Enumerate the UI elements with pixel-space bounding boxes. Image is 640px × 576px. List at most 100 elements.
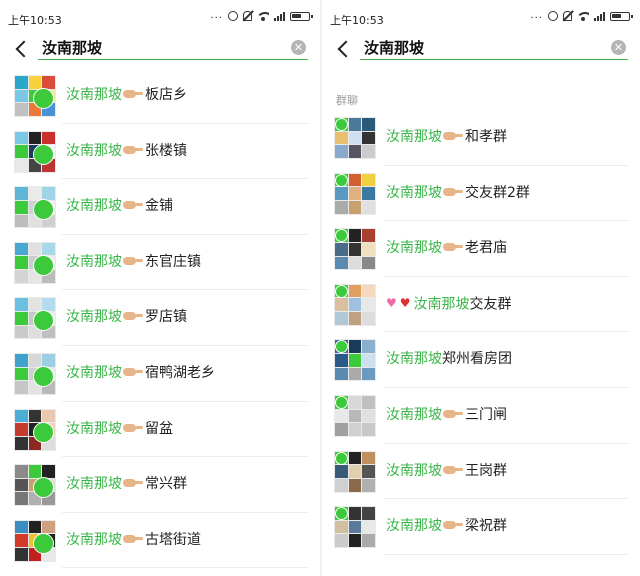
result-name: 留盆 (145, 420, 173, 437)
back-button[interactable] (334, 38, 356, 60)
avatar-badge-icon (33, 421, 54, 443)
result-name: 古塔街道 (145, 531, 201, 548)
status-icons: ... (530, 11, 633, 21)
result-name: 三门闸 (465, 406, 507, 423)
result-title: 汝南那坡 三门闸 (386, 388, 507, 443)
group-chat-item[interactable]: ♥ ♥ 汝南那坡交友群 (322, 277, 640, 333)
clear-search-button[interactable]: ✕ (291, 40, 306, 55)
search-result-item[interactable]: 汝南那坡 古塔街道 (0, 513, 320, 569)
avatar-badge-icon (33, 532, 54, 554)
group-avatar (14, 241, 56, 284)
result-title: 汝南那坡 老君庙 (386, 221, 507, 276)
search-bar: 汝南那坡 ✕ (0, 36, 320, 64)
result-title: ♥ ♥ 汝南那坡交友群 (386, 277, 512, 332)
avatar-badge-icon (33, 143, 54, 165)
highlighted-keyword: 汝南那坡 (66, 531, 122, 548)
result-name: 罗店镇 (145, 309, 187, 326)
clear-search-button[interactable]: ✕ (611, 40, 626, 55)
group-chat-item[interactable]: 汝南那坡郑州看房团 (322, 332, 640, 388)
pointing-hand-icon (443, 465, 463, 475)
result-title: 汝南那坡 板店乡 (66, 68, 187, 123)
result-title: 汝南那坡 留盆 (66, 402, 173, 457)
result-name: 常兴群 (145, 476, 187, 493)
result-title: 汝南那坡 东官庄镇 (66, 235, 201, 290)
highlighted-keyword: 汝南那坡 (66, 198, 122, 215)
avatar-badge-icon (335, 284, 348, 298)
pointing-hand-icon (123, 311, 143, 321)
result-title: 汝南那坡 古塔街道 (66, 513, 201, 568)
divider (384, 553, 628, 555)
search-screen-right: 上午10:53 ... 汝南那坡 ✕ 群聊 汝南那坡 和孝群 汝南那坡 交友群2群 汝南… (322, 0, 640, 576)
pointing-hand-icon (123, 367, 143, 377)
result-name: 张楼镇 (145, 142, 187, 159)
search-input[interactable]: 汝南那坡 (38, 36, 308, 60)
search-result-item[interactable]: 汝南那坡 东官庄镇 (0, 235, 320, 291)
search-result-item[interactable]: 汝南那坡 常兴群 (0, 457, 320, 513)
result-name: 王岗群 (465, 462, 507, 479)
status-time: 上午10:53 (330, 14, 384, 27)
group-chat-item[interactable]: 汝南那坡 交友群2群 (322, 166, 640, 222)
highlighted-keyword: 汝南那坡 (66, 142, 122, 159)
group-avatar (334, 283, 376, 326)
avatar-badge-icon (335, 118, 348, 131)
group-avatar (334, 394, 376, 437)
search-screen-left: 上午10:53 ... 汝南那坡 ✕ 汝南那坡 板店乡 汝南那坡 张楼镇 汝南那坡 金铺汝… (0, 0, 320, 576)
group-chat-item[interactable]: 汝南那坡 三门闸 (322, 388, 640, 444)
result-title: 汝南那坡郑州看房团 (386, 332, 512, 387)
search-result-item[interactable]: 汝南那坡 张楼镇 (0, 124, 320, 180)
battery-icon (610, 11, 633, 21)
group-avatar (14, 297, 56, 340)
search-results-list: 汝南那坡 板店乡 汝南那坡 张楼镇 汝南那坡 金铺 汝南那坡 东官庄镇 汝南那坡 罗店镇 汝南那坡宿… (0, 68, 320, 569)
alarm-icon (548, 11, 558, 21)
result-name: 交友群 (469, 296, 512, 313)
group-avatar (14, 130, 56, 173)
pointing-hand-icon (123, 256, 143, 266)
result-name: 交友群2群 (465, 184, 530, 201)
search-result-item[interactable]: 汝南那坡 留盆 (0, 402, 320, 458)
group-avatar (14, 464, 56, 507)
group-chat-item[interactable]: 汝南那坡 梁祝群 (322, 499, 640, 555)
avatar-badge-icon (335, 173, 348, 187)
pointing-hand-icon (123, 423, 143, 433)
group-avatar (334, 172, 376, 215)
group-avatar (334, 506, 376, 549)
signal-icon (594, 11, 605, 21)
result-title: 汝南那坡 罗店镇 (66, 290, 187, 345)
result-name: 宿鸭湖老乡 (145, 364, 215, 381)
group-chat-item[interactable]: 汝南那坡 王岗群 (322, 444, 640, 500)
avatar-badge-icon (335, 395, 348, 409)
search-input[interactable]: 汝南那坡 (360, 36, 628, 60)
highlighted-keyword: 汝南那坡 (386, 184, 442, 201)
search-result-item[interactable]: 汝南那坡 罗店镇 (0, 290, 320, 346)
pointing-hand-icon (123, 200, 143, 210)
group-avatar (14, 408, 56, 451)
search-result-item[interactable]: 汝南那坡 宿鸭湖老乡 (0, 346, 320, 402)
group-chat-item[interactable]: 汝南那坡 老君庙 (322, 221, 640, 277)
section-header-group-chats: 群聊 (336, 94, 358, 107)
battery-icon (290, 11, 313, 21)
search-result-item[interactable]: 汝南那坡 板店乡 (0, 68, 320, 124)
group-avatar (14, 186, 56, 229)
result-name: 金铺 (145, 198, 173, 215)
result-name: 老君庙 (465, 240, 507, 257)
status-bar: 上午10:53 ... (322, 0, 640, 36)
highlighted-keyword: 汝南那坡 (66, 87, 122, 103)
pointing-hand-icon (443, 131, 463, 141)
group-chat-item[interactable]: 汝南那坡 和孝群 (322, 110, 640, 166)
search-result-item[interactable]: 汝南那坡 金铺 (0, 179, 320, 235)
status-bar: 上午10:53 ... (0, 0, 320, 36)
back-button[interactable] (12, 38, 34, 60)
wifi-icon (257, 11, 269, 21)
avatar-badge-icon (33, 88, 54, 109)
result-name: 和孝群 (465, 129, 507, 145)
result-name: 板店乡 (145, 87, 187, 103)
mute-icon (563, 11, 572, 21)
pointing-hand-icon (123, 478, 143, 488)
highlighted-keyword: 汝南那坡 (386, 462, 442, 479)
result-name: 梁祝群 (465, 518, 507, 535)
status-icons: ... (210, 11, 313, 21)
group-avatar (14, 519, 56, 562)
pointing-hand-icon (443, 242, 463, 252)
pointing-hand-icon (443, 520, 463, 530)
highlighted-keyword: 汝南那坡 (66, 420, 122, 437)
